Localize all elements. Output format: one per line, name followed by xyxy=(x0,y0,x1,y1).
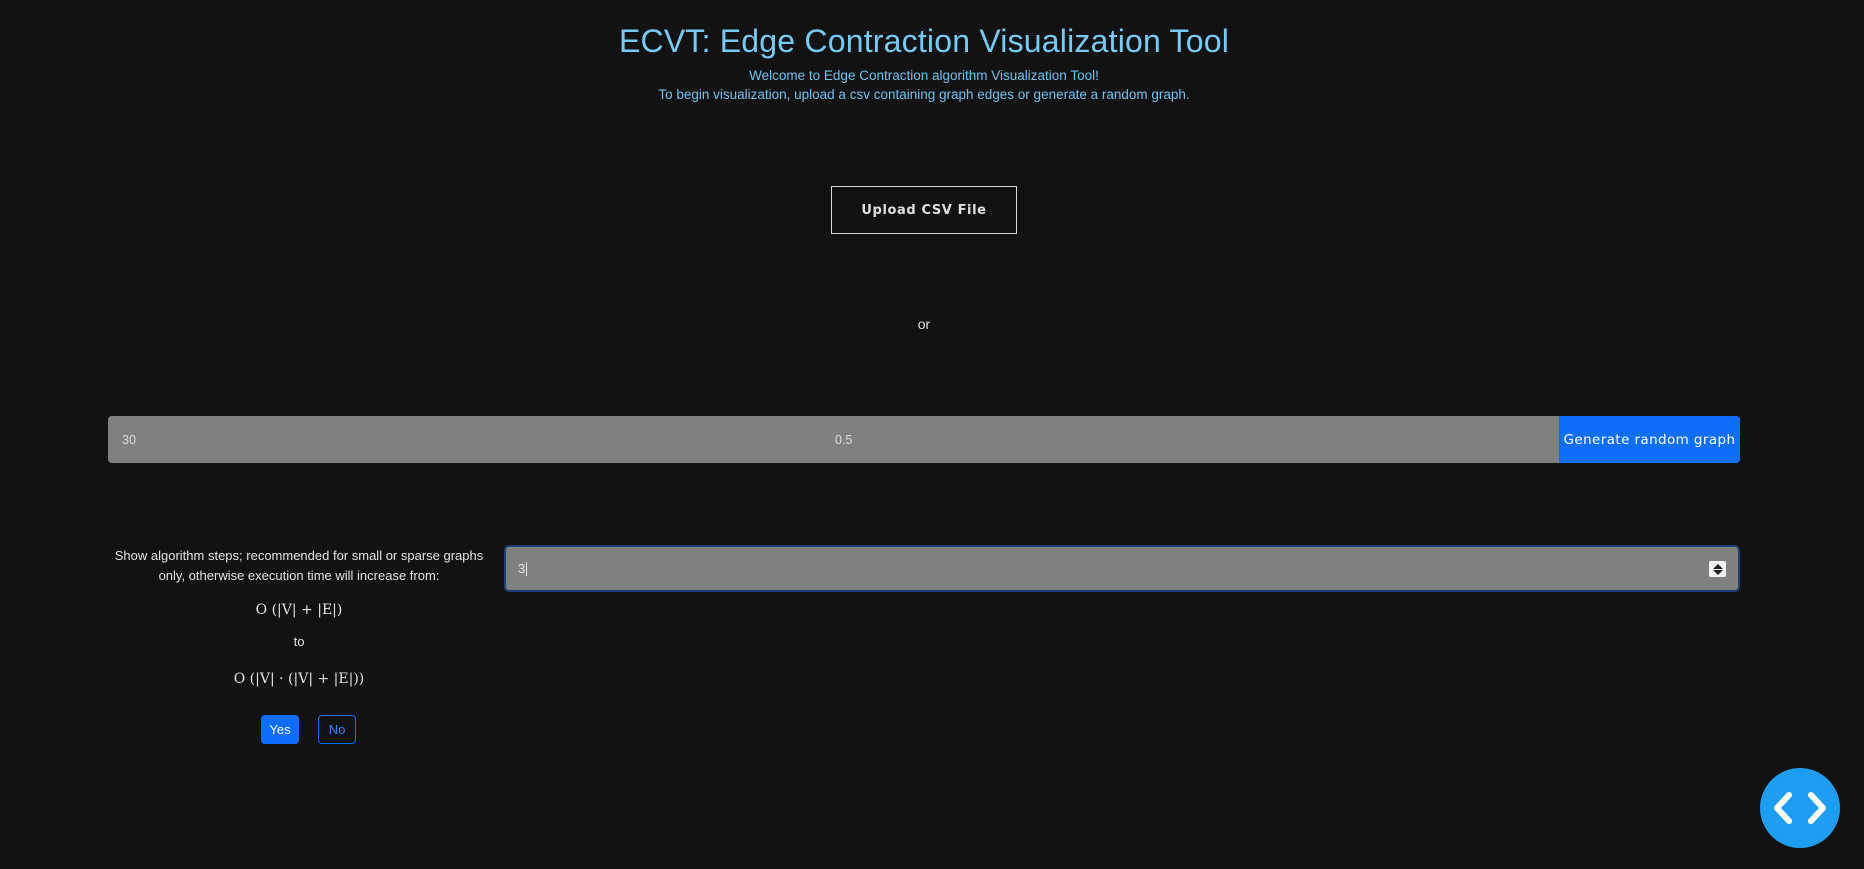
vertices-input[interactable]: 30 xyxy=(108,416,835,463)
text-caret xyxy=(526,561,528,576)
generate-random-graph-button[interactable]: Generate random graph xyxy=(1559,416,1740,463)
spinner-up-icon[interactable] xyxy=(1712,563,1723,569)
welcome-text: Welcome to Edge Contraction algorithm Vi… xyxy=(749,68,1099,83)
complexity-to-formula: O (|V| · (|V| + |E|)) xyxy=(104,671,494,687)
spinner-down-icon[interactable] xyxy=(1712,569,1723,575)
random-graph-form: 30 0.5 Generate random graph xyxy=(108,416,1740,463)
page: ECVT: Edge Contraction Visualization Too… xyxy=(0,0,1864,869)
show-steps-yes-button[interactable]: Yes xyxy=(261,715,299,744)
complexity-to-label: to xyxy=(293,634,305,649)
show-steps-description: Show algorithm steps; recommended for sm… xyxy=(114,548,484,583)
complexity-from-formula: O (|V| + |E|) xyxy=(104,602,494,618)
or-separator: or xyxy=(917,316,931,332)
page-title: ECVT: Edge Contraction Visualization Too… xyxy=(618,23,1230,59)
show-steps-no-button[interactable]: No xyxy=(318,715,356,744)
edge-probability-input[interactable]: 0.5 xyxy=(835,416,1559,463)
upload-csv-button[interactable]: Upload CSV File xyxy=(831,186,1017,234)
code-view-button[interactable] xyxy=(1760,768,1840,848)
instructions-text: To begin visualization, upload a csv con… xyxy=(658,87,1190,102)
steps-input-value: 3 xyxy=(518,561,526,576)
code-icon xyxy=(1774,792,1826,824)
complexity-from-text: O (|V| + |E|) xyxy=(255,602,343,618)
complexity-to-text: O (|V| · (|V| + |E|)) xyxy=(233,671,365,687)
number-spinner[interactable] xyxy=(1709,561,1726,577)
steps-number-input[interactable]: 3 xyxy=(504,545,1740,592)
